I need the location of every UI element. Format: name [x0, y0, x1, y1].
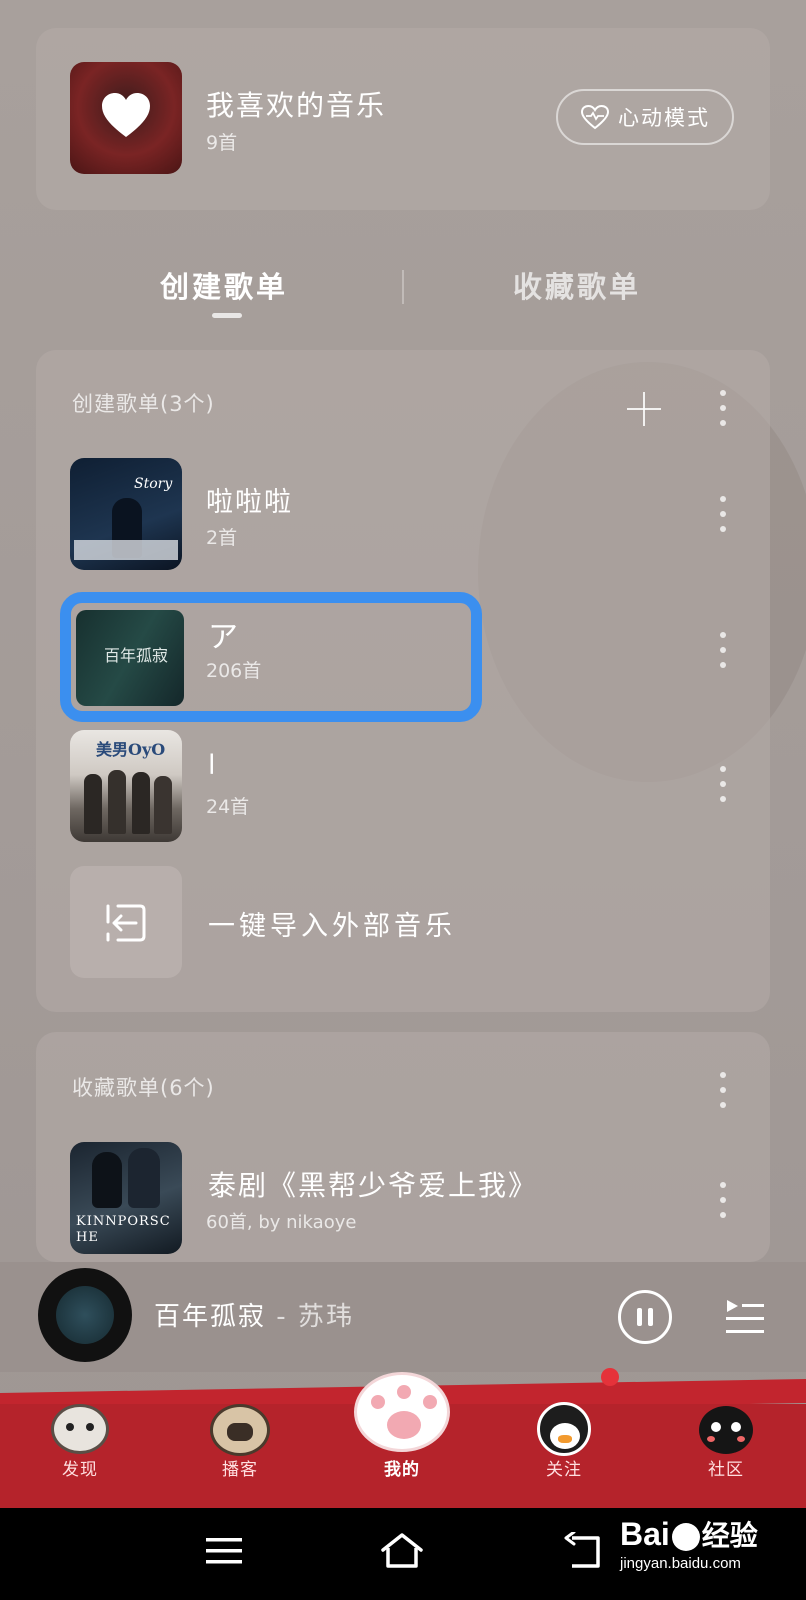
- baidu-watermark: Bai 经验 jingyan.baidu.com: [620, 1516, 758, 1574]
- notification-dot: [601, 1368, 619, 1386]
- playlist-title[interactable]: 泰剧《黑帮少爷爱上我》: [208, 1164, 538, 1204]
- playlist-more-icon[interactable]: [717, 1182, 729, 1218]
- favorites-count: 9首: [206, 132, 238, 154]
- baidu-brand: Bai: [620, 1516, 670, 1552]
- nav-item-community[interactable]: 社区: [676, 1394, 776, 1480]
- menu-icon[interactable]: [206, 1536, 242, 1566]
- heart-pulse-icon: [580, 104, 610, 130]
- pause-button[interactable]: [618, 1290, 672, 1344]
- playlist-more-icon[interactable]: [717, 766, 729, 802]
- cover-caption: 美男OyO: [96, 740, 166, 759]
- import-music-label[interactable]: 一键导入外部音乐: [208, 904, 456, 943]
- playlist-queue-icon[interactable]: [724, 1296, 766, 1336]
- penguin-mascot-icon: [537, 1402, 591, 1456]
- cover-caption: Story: [134, 476, 173, 492]
- pug-mascot-icon: [210, 1404, 270, 1456]
- actor-silhouette: [92, 1152, 122, 1208]
- nav-label: 发现: [62, 1460, 98, 1480]
- playlist-cover[interactable]: Story: [70, 458, 182, 570]
- playlist-title[interactable]: 啦啦啦: [206, 480, 293, 519]
- playlist-count: 24首: [206, 796, 250, 818]
- add-playlist-icon[interactable]: [627, 392, 661, 426]
- song-artist: - 苏玮: [266, 1302, 354, 1332]
- band-member: [108, 770, 126, 834]
- playlist-count: 2首: [206, 527, 238, 549]
- nav-label: 关注: [546, 1460, 582, 1480]
- now-playing-text[interactable]: 百年孤寂 - 苏玮: [154, 1296, 354, 1333]
- tab-created-playlists[interactable]: 创建歌单: [160, 264, 288, 306]
- created-section-header: 创建歌单(3个): [72, 392, 215, 416]
- piano-keys: [74, 540, 178, 560]
- actor-silhouette: [128, 1148, 160, 1208]
- heart-mode-label: 心动模式: [618, 106, 710, 130]
- playlist-cover[interactable]: KINNPORSCHE: [70, 1142, 182, 1254]
- created-section-more-icon[interactable]: [717, 390, 729, 426]
- paw-icon: [354, 1372, 450, 1452]
- import-icon: [106, 904, 146, 942]
- active-tab-indicator: [212, 313, 242, 318]
- baidu-url: jingyan.baidu.com: [620, 1555, 741, 1572]
- back-icon[interactable]: [562, 1532, 602, 1570]
- band-member: [84, 774, 102, 834]
- collected-section-more-icon[interactable]: [717, 1072, 729, 1108]
- nav-item-podcast[interactable]: 播客: [190, 1394, 290, 1480]
- baidu-brand-cn: 经验: [701, 1520, 758, 1551]
- nav-label: 播客: [222, 1460, 258, 1480]
- cover-caption: KINNPORSCHE: [76, 1214, 171, 1245]
- cat-mascot-icon: [51, 1404, 109, 1454]
- band-member: [132, 772, 150, 834]
- playlist-cover[interactable]: 美男OyO: [70, 730, 182, 842]
- playlist-more-icon[interactable]: [717, 496, 729, 532]
- band-member: [154, 776, 172, 834]
- black-cat-mascot-icon: [699, 1406, 753, 1454]
- playlist-title[interactable]: l: [208, 750, 218, 781]
- playlist-count: 60首, by nikaoye: [206, 1212, 357, 1233]
- collected-section-header: 收藏歌单(6个): [72, 1076, 215, 1100]
- favorites-cover[interactable]: [70, 62, 182, 174]
- tab-collected-playlists[interactable]: 收藏歌单: [513, 264, 641, 306]
- selection-highlight: [60, 592, 482, 722]
- nav-label: 社区: [708, 1460, 744, 1480]
- home-icon[interactable]: [380, 1532, 424, 1570]
- playlist-more-icon[interactable]: [717, 632, 729, 668]
- favorites-title[interactable]: 我喜欢的音乐: [206, 84, 386, 124]
- nav-label: 我的: [384, 1460, 420, 1480]
- import-music-button[interactable]: [70, 866, 182, 978]
- paw-logo-icon: [671, 1522, 700, 1551]
- nav-item-follow[interactable]: 关注: [514, 1394, 614, 1480]
- album-disc[interactable]: [38, 1268, 132, 1362]
- heart-icon: [102, 93, 150, 137]
- song-title: 百年孤寂: [154, 1302, 267, 1332]
- heart-mode-button[interactable]: 心动模式: [556, 89, 734, 145]
- tab-divider: [402, 270, 404, 304]
- nav-item-mine[interactable]: 我的: [352, 1370, 452, 1480]
- nav-item-discover[interactable]: 发现: [30, 1394, 130, 1480]
